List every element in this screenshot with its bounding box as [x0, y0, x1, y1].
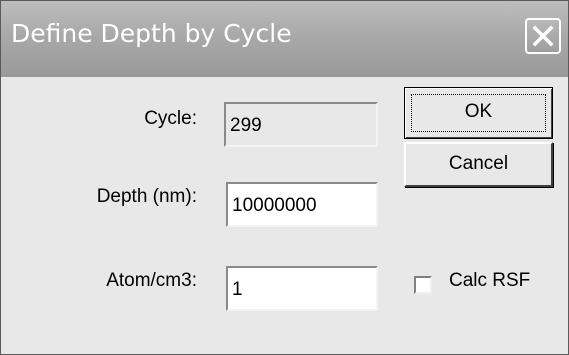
- ok-button[interactable]: OK: [404, 87, 553, 139]
- cycle-field: 299: [224, 102, 378, 147]
- ok-button-label: OK: [464, 101, 493, 122]
- atom-density-input[interactable]: 1: [226, 266, 378, 311]
- calc-rsf-checkbox[interactable]: [414, 276, 432, 294]
- close-button[interactable]: [525, 18, 561, 54]
- cycle-label: Cycle:: [144, 108, 197, 129]
- depth-input[interactable]: 10000000: [226, 182, 378, 227]
- define-depth-dialog: Define Depth by Cycle Cycle: 299 Depth (…: [0, 0, 569, 355]
- calc-rsf-label[interactable]: Calc RSF: [449, 270, 530, 292]
- cancel-button[interactable]: Cancel: [404, 142, 553, 187]
- close-icon: [532, 25, 554, 47]
- window-title: Define Depth by Cycle: [11, 19, 292, 48]
- cancel-button-label: Cancel: [448, 153, 509, 174]
- atom-density-label: Atom/cm3:: [106, 270, 197, 291]
- dialog-body: Cycle: 299 Depth (nm): 10000000 Atom/cm3…: [1, 77, 568, 354]
- title-bar[interactable]: Define Depth by Cycle: [1, 1, 568, 77]
- depth-label: Depth (nm):: [96, 186, 197, 207]
